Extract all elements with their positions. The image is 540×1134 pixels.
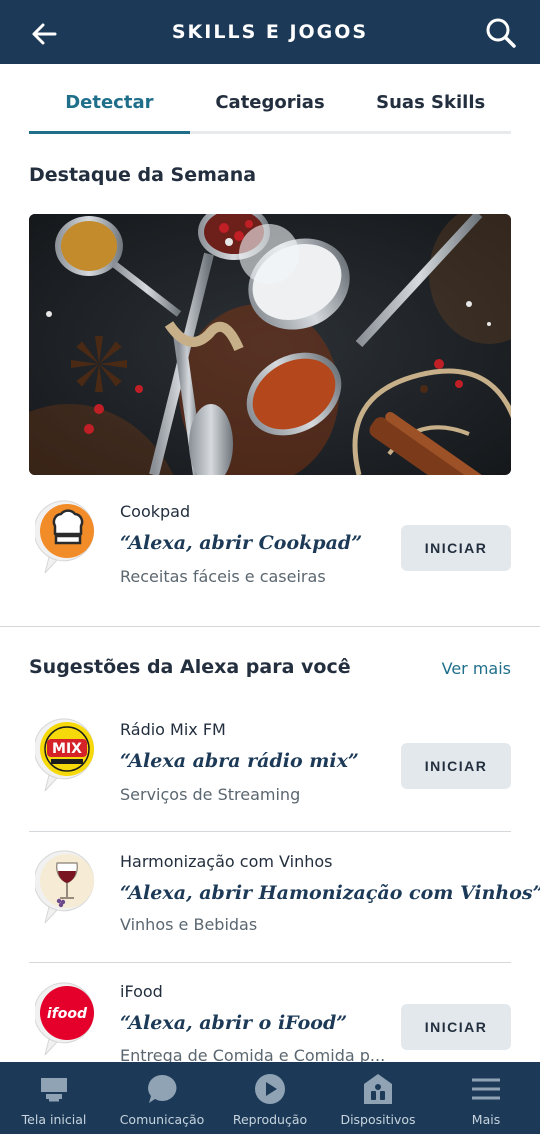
search-icon[interactable] [484, 16, 518, 50]
svg-text:MIX: MIX [52, 741, 82, 757]
featured-section-title: Destaque da Semana [29, 164, 257, 186]
nav-more[interactable]: Mais [432, 1062, 540, 1134]
suggestion-skill-ifood[interactable]: ifood iFood “Alexa, abrir o iFood” Entre… [29, 978, 511, 1068]
top-app-bar: SKILLS E JOGOS [0, 0, 540, 64]
devices-icon [364, 1074, 392, 1104]
page-title: SKILLS E JOGOS [171, 21, 369, 43]
tab-suas-skills[interactable]: Suas Skills [350, 84, 511, 131]
skill-name: Cookpad [120, 502, 191, 521]
play-icon [255, 1074, 285, 1104]
bottom-navigation: Tela inicial Comunicação Reprodução Disp… [0, 1062, 540, 1134]
featured-skill-cookpad[interactable]: Cookpad “Alexa, abrir Cookpad” Receitas … [29, 496, 511, 596]
menu-icon [472, 1078, 500, 1100]
nav-devices[interactable]: Dispositivos [324, 1062, 432, 1134]
radio-mix-logo: MIX [33, 717, 99, 793]
skill-invocation-phrase: “Alexa, abrir Cookpad” [120, 532, 363, 554]
skill-category: Serviços de Streaming [120, 785, 301, 804]
start-button[interactable]: INICIAR [401, 1004, 511, 1050]
suggestion-skill-harmonizacao-vinhos[interactable]: Harmonização com Vinhos “Alexa, abrir Ha… [29, 846, 540, 946]
skill-category: Receitas fáceis e caseiras [120, 567, 326, 586]
tab-categorias[interactable]: Categorias [190, 84, 351, 131]
skill-name: Harmonização com Vinhos [120, 852, 333, 871]
ifood-logo: ifood [33, 981, 99, 1057]
skill-invocation-phrase: “Alexa, abrir Hamonização com Vinhos” [120, 882, 540, 904]
skill-invocation-phrase: “Alexa, abrir o iFood” [120, 1012, 348, 1034]
svg-text:ifood: ifood [47, 1006, 88, 1022]
chef-hat-icon [33, 499, 99, 575]
back-arrow-icon[interactable] [28, 18, 60, 50]
nav-communication[interactable]: Comunicação [108, 1062, 216, 1134]
start-button[interactable]: INICIAR [401, 743, 511, 789]
skill-name: iFood [120, 982, 163, 1001]
home-icon [41, 1078, 67, 1102]
skill-category: Vinhos e Bebidas [120, 915, 258, 934]
list-divider [29, 962, 511, 963]
nav-label: Mais [471, 1112, 501, 1127]
nav-label: Dispositivos [340, 1112, 416, 1127]
start-button[interactable]: INICIAR [401, 525, 511, 571]
section-divider [0, 626, 540, 627]
skill-name: Rádio Mix FM [120, 720, 226, 739]
skill-invocation-phrase: “Alexa abra rádio mix” [120, 750, 359, 772]
nav-label: Reprodução [232, 1112, 308, 1127]
wine-glass-icon [33, 849, 99, 925]
nav-playback[interactable]: Reprodução [216, 1062, 324, 1134]
featured-banner-image[interactable] [29, 214, 511, 475]
tab-bar: Detectar Categorias Suas Skills [29, 84, 511, 134]
suggestions-section-title: Sugestões da Alexa para você [29, 656, 351, 678]
nav-label: Comunicação [119, 1112, 205, 1127]
nav-label: Tela inicial [21, 1112, 87, 1127]
suggestion-skill-radio-mix[interactable]: MIX Rádio Mix FM “Alexa abra rádio mix” … [29, 714, 511, 814]
see-more-link[interactable]: Ver mais [442, 659, 511, 678]
tab-detectar[interactable]: Detectar [29, 84, 190, 134]
nav-home[interactable]: Tela inicial [0, 1062, 108, 1134]
chat-bubble-icon [148, 1074, 177, 1103]
list-divider [29, 831, 511, 832]
